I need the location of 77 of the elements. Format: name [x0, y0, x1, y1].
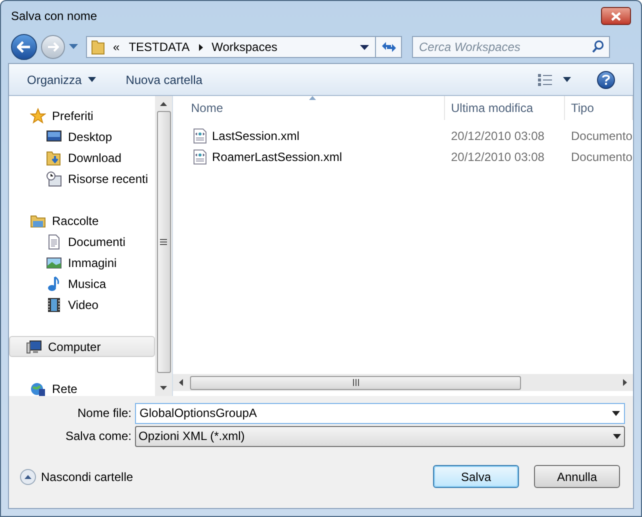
- vertical-scrollbar[interactable]: [155, 96, 172, 396]
- column-header[interactable]: Ultima modifica: [445, 96, 565, 120]
- dropdown-arrow-icon: [88, 77, 96, 82]
- left-arrow-icon: [17, 41, 31, 53]
- file-name-field[interactable]: GlobalOptionsGroupA: [134, 402, 625, 424]
- star-icon: [30, 108, 46, 124]
- collapse-icon: [20, 468, 36, 484]
- xml-file-icon: [193, 148, 207, 164]
- dropdown-arrow-icon[interactable]: [563, 77, 571, 82]
- scrollbar-thumb[interactable]: [156, 111, 171, 373]
- close-icon: [611, 12, 621, 20]
- sidebar-item[interactable]: Documenti: [11, 231, 156, 252]
- help-button[interactable]: [597, 70, 615, 88]
- table-cell-text: Documento: [570, 148, 633, 166]
- search-icon: [592, 40, 604, 53]
- refresh-icon: [380, 41, 396, 53]
- music-note-icon: [46, 276, 62, 292]
- field-label: Salva come:: [64, 428, 132, 445]
- breadcrumb[interactable]: TESTDATA: [128, 38, 190, 56]
- scrollbar-thumb[interactable]: [190, 376, 521, 390]
- clock-icon: [46, 170, 62, 186]
- scroll-down-icon[interactable]: [160, 386, 168, 390]
- sidebar-item[interactable]: Preferiti: [11, 105, 156, 126]
- close-button[interactable]: [601, 7, 631, 25]
- new-folder-button[interactable]: Nuova cartella: [126, 70, 202, 88]
- right-arrow-icon: [47, 42, 59, 52]
- dropdown-arrow-icon: [613, 434, 621, 438]
- breadcrumb[interactable]: Workspaces: [212, 38, 278, 56]
- address-bar[interactable]: « TESTDATA Workspaces: [86, 36, 402, 58]
- scroll-left-icon[interactable]: [179, 379, 183, 386]
- sidebar-item[interactable]: Download: [11, 147, 156, 168]
- sidebar-item[interactable]: Rete: [11, 378, 156, 396]
- back-button[interactable]: [11, 34, 37, 60]
- document-icon: [46, 234, 62, 250]
- scroll-right-icon[interactable]: [623, 379, 627, 386]
- help-icon: [602, 74, 610, 85]
- sidebar-item[interactable]: Video: [11, 294, 156, 315]
- table-cell-text: 20/12/2010 03:08: [450, 148, 546, 166]
- monitor-icon: [46, 128, 62, 144]
- computer-icon: [26, 338, 42, 354]
- table-cell-text: 20/12/2010 03:08: [450, 128, 546, 144]
- view-icon[interactable]: [537, 72, 553, 86]
- organize-button[interactable]: Organizza: [27, 70, 96, 88]
- file-name[interactable]: LastSession.xml: [212, 126, 300, 144]
- sidebar-item[interactable]: Computer: [9, 336, 156, 357]
- folder-icon: [91, 39, 105, 55]
- sidebar-item[interactable]: Raccolte: [11, 210, 156, 231]
- window-title: Salva con nome: [11, 8, 98, 25]
- field-label: Nome file:: [76, 405, 133, 422]
- image-icon: [46, 254, 62, 270]
- film-icon: [46, 296, 62, 312]
- dialog-button[interactable]: Annulla: [534, 465, 620, 488]
- dropdown-arrow-icon[interactable]: [612, 410, 620, 416]
- hide-folders-button[interactable]: Nascondi cartelle: [20, 468, 134, 486]
- sidebar-item[interactable]: Musica: [11, 273, 156, 294]
- dropdown-arrow-icon[interactable]: [360, 44, 369, 50]
- scroll-up-icon[interactable]: [160, 102, 168, 106]
- file-type-dropdown[interactable]: Opzioni XML (*.xml): [134, 426, 625, 446]
- sidebar-item[interactable]: Immagini: [11, 252, 156, 273]
- folder-icon: [46, 150, 62, 166]
- column-header[interactable]: Tipo: [565, 96, 633, 120]
- table-cell-text: Documento: [570, 128, 633, 144]
- chevron-icon[interactable]: [198, 44, 203, 50]
- xml-file-icon: [193, 128, 207, 144]
- sort-arrow-icon: [308, 96, 316, 100]
- grip-icon: [160, 239, 168, 245]
- sidebar-item[interactable]: Desktop: [11, 126, 156, 147]
- search-field[interactable]: Cerca Workspaces: [412, 36, 610, 58]
- grip-icon: [352, 379, 358, 386]
- column-header[interactable]: Nome: [173, 96, 445, 120]
- file-name[interactable]: RoamerLastSession.xml: [212, 148, 342, 166]
- folder-icon: [30, 212, 46, 228]
- sidebar-item[interactable]: Risorse recenti: [11, 168, 156, 189]
- globe-icon: [30, 380, 46, 396]
- horizontal-scrollbar[interactable]: [173, 374, 633, 391]
- overflow-chevron[interactable]: «: [113, 38, 120, 56]
- dialog-button[interactable]: Salva: [433, 465, 519, 488]
